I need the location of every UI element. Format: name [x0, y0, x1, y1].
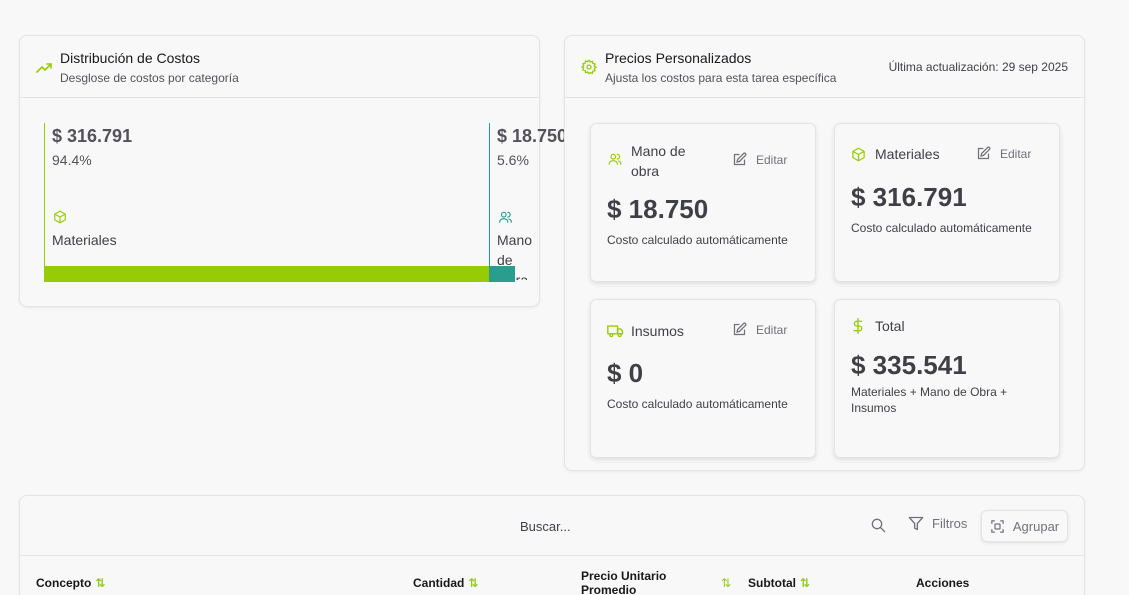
segment-divider	[44, 123, 45, 282]
search-input[interactable]	[520, 516, 850, 536]
cost-distribution-card: Distribución de Costos Desglose de costo…	[19, 35, 567, 307]
card-title: Distribución de Costos	[60, 50, 201, 66]
edit-icon	[732, 322, 747, 337]
gear-icon	[581, 59, 597, 75]
edit-label: Editar	[1000, 146, 1032, 161]
edit-labor-button[interactable]: Editar	[732, 152, 787, 167]
edit-label: Editar	[756, 152, 788, 167]
sort-icon: ⇅	[800, 576, 811, 590]
price-card-description: Costo calculado automáticamente	[607, 233, 788, 247]
price-card-amount: $ 335.541	[851, 350, 967, 380]
distribution-bar-materials	[44, 266, 489, 282]
trending-up-icon	[36, 60, 52, 74]
card-subtitle: Ajusta los costos para esta tarea especí…	[605, 71, 837, 85]
price-card-title: Total	[875, 318, 905, 334]
price-card-materials: Materiales Editar $ 316.791 Costo calcul…	[834, 123, 1060, 282]
card-header: Distribución de Costos Desglose de costo…	[20, 36, 539, 98]
column-header-quantity[interactable]: Cantidad ⇅	[413, 576, 478, 590]
segment-label: Materiales	[52, 232, 117, 248]
price-card-labor: Mano de obra Editar $ 18.750 Costo calcu…	[590, 123, 816, 282]
column-header-concept[interactable]: Concepto ⇅	[36, 576, 105, 590]
column-header-unit-price[interactable]: Precio Unitario Promedio	[581, 569, 691, 595]
truck-icon	[607, 324, 624, 338]
box-icon	[53, 210, 67, 224]
sort-icon: ⇅	[468, 576, 479, 590]
edit-materials-button[interactable]: Editar	[976, 146, 1031, 161]
price-card-description: Materiales + Mano de Obra + Insumos	[851, 385, 1008, 415]
search-icon[interactable]	[870, 517, 886, 533]
card-header: Precios Personalizados Ajusta los costos…	[565, 36, 1084, 98]
price-card-title: Mano de obra	[631, 143, 686, 179]
price-card-amount: $ 316.791	[851, 182, 967, 212]
price-card-title: Insumos	[631, 323, 684, 339]
segment-amount: $ 316.791	[52, 126, 133, 146]
segment-divider	[489, 123, 490, 282]
price-card-title: Materiales	[875, 146, 940, 162]
price-card-amount: $ 18.750	[607, 194, 709, 224]
distribution-bar-labor	[489, 266, 515, 282]
custom-prices-card: Precios Personalizados Ajusta los costos…	[564, 35, 1085, 471]
sort-icon[interactable]: ⇅	[721, 576, 731, 590]
edit-supplies-button[interactable]: Editar	[732, 322, 787, 337]
group-label: Agrupar	[1012, 518, 1060, 534]
sort-icon: ⇅	[95, 576, 106, 590]
filters-label: Filtros	[932, 516, 968, 531]
edit-label: Editar	[756, 322, 788, 337]
users-icon	[607, 152, 623, 166]
price-card-description: Costo calculado automáticamente	[607, 397, 788, 411]
price-card-description: Costo calculado automáticamente	[851, 221, 1032, 235]
segment-amount: $ 18.750	[497, 126, 568, 146]
card-title: Precios Personalizados	[605, 50, 752, 66]
filters-button[interactable]: Filtros	[908, 516, 967, 531]
last-updated: Última actualización: 29 sep 2025	[888, 60, 1068, 74]
table-toolbar: Filtros Agrupar	[20, 496, 1084, 556]
group-button[interactable]: Agrupar	[981, 510, 1068, 542]
users-icon	[498, 210, 513, 224]
edit-icon	[732, 152, 747, 167]
price-card-supplies: Insumos Editar $ 0 Costo calculado autom…	[590, 299, 816, 458]
filter-icon	[908, 516, 924, 531]
segment-percent: 94.4%	[52, 152, 92, 168]
price-card-total: Total $ 335.541 Materiales + Mano de Obr…	[834, 299, 1060, 458]
column-header-actions: Acciones	[916, 576, 970, 590]
dollar-icon	[851, 318, 865, 334]
group-icon	[990, 519, 1005, 534]
card-subtitle: Desglose de costos por categoría	[60, 71, 239, 85]
cost-table-card: Filtros Agrupar Concepto ⇅ Cantidad ⇅ Pr…	[19, 495, 1085, 595]
edit-icon	[976, 146, 991, 161]
box-icon	[851, 147, 866, 162]
segment-percent: 5.6%	[497, 152, 529, 168]
column-header-subtotal[interactable]: Subtotal ⇅	[748, 576, 810, 590]
price-card-amount: $ 0	[607, 358, 644, 388]
